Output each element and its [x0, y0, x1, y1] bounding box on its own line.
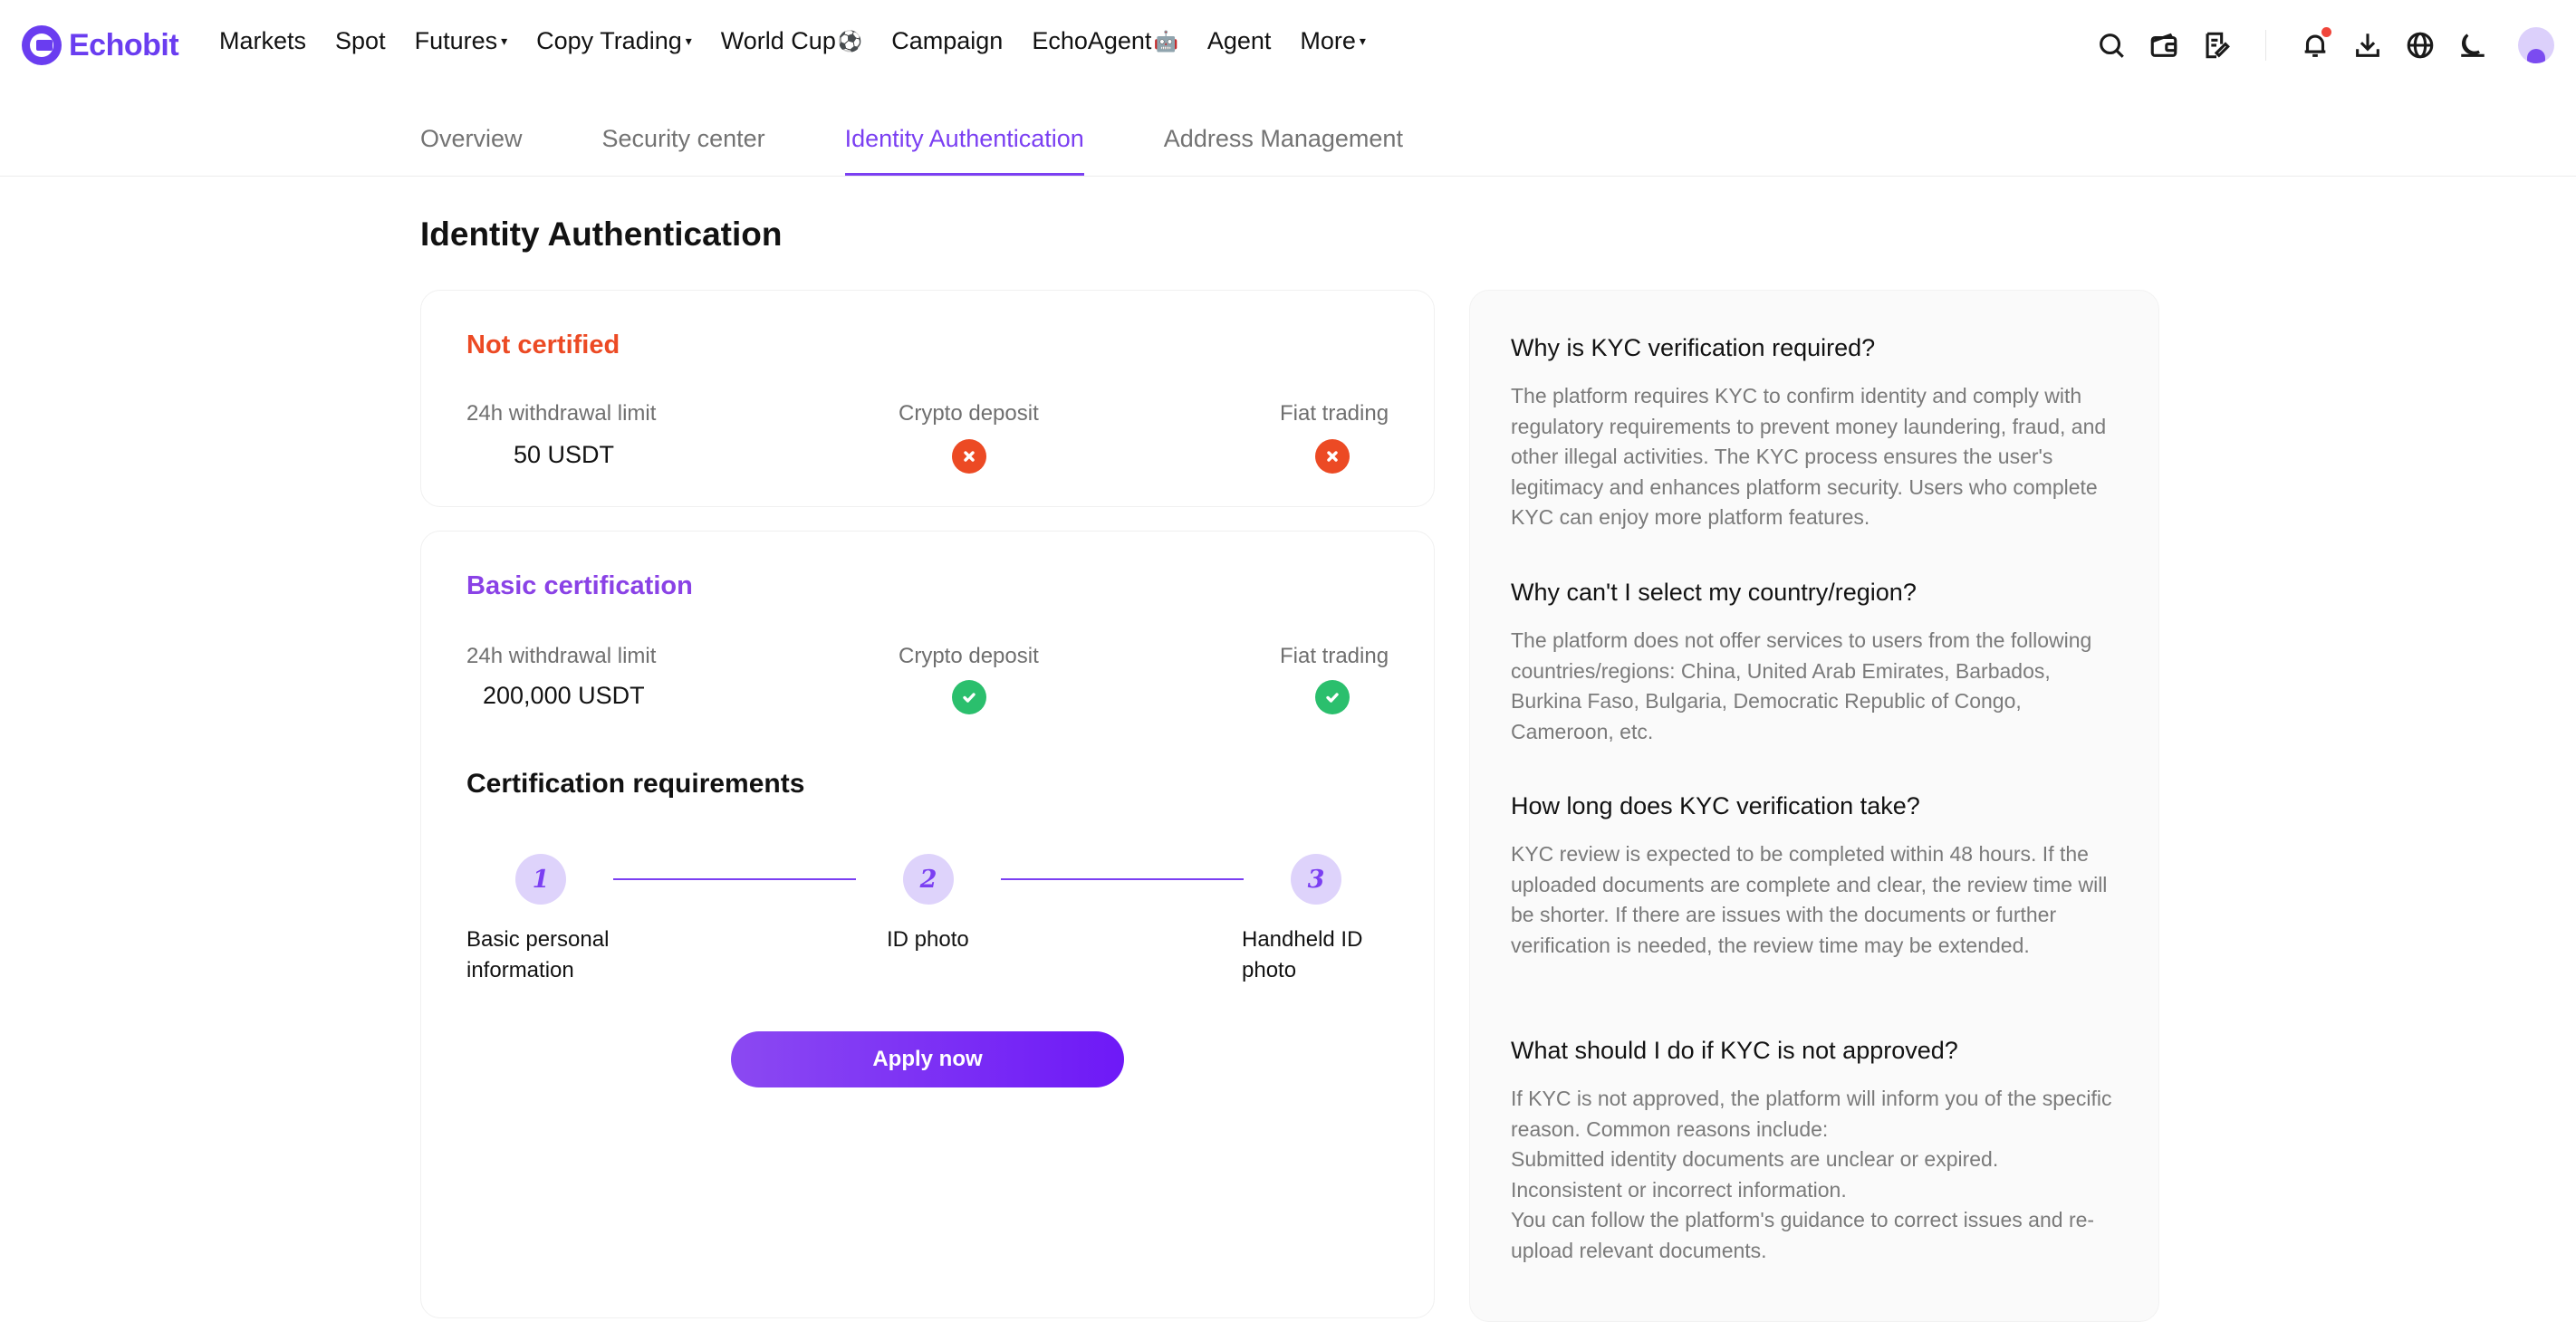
tab-divider	[0, 176, 2576, 177]
logo-icon	[22, 25, 62, 65]
caret-down-icon: ▾	[1359, 34, 1366, 48]
faq-question: What should I do if KYC is not approved?	[1511, 1037, 1958, 1064]
top-navigation: Echobit Markets Spot Futures ▾ Copy Tradi…	[0, 0, 2576, 94]
requirements-title: Certification requirements	[466, 769, 805, 799]
main-nav: Markets Spot Futures ▾ Copy Trading ▾ Worl…	[219, 27, 1395, 55]
nav-world-cup[interactable]: World Cup ⚽	[721, 27, 862, 55]
withdrawal-limit-label: 24h withdrawal limit	[466, 401, 657, 426]
nav-campaign[interactable]: Campaign	[891, 27, 1003, 55]
faq-question: How long does KYC verification take?	[1511, 792, 1920, 819]
nav-spot[interactable]: Spot	[335, 27, 386, 55]
avatar[interactable]	[2518, 27, 2554, 63]
account-tabs: Overview Security center Identity Authen…	[420, 125, 1483, 176]
fiat-trading-label: Fiat trading	[1280, 401, 1389, 426]
faq-question: Why can't I select my country/region?	[1511, 579, 1917, 606]
faq-answer: The platform requires KYC to confirm ide…	[1511, 384, 2107, 529]
header-divider	[2265, 30, 2266, 61]
header-actions	[2077, 27, 2554, 63]
globe-icon[interactable]	[2402, 27, 2438, 63]
theme-icon[interactable]	[2455, 27, 2491, 63]
faq-answer: KYC review is expected to be completed w…	[1511, 842, 2108, 957]
nav-copy-trading[interactable]: Copy Trading ▾	[536, 27, 692, 55]
nav-more[interactable]: More ▾	[1300, 27, 1366, 55]
cross-icon	[952, 439, 986, 474]
check-icon	[952, 680, 986, 714]
not-certified-card: Not certified 24h withdrawal limit 50 US…	[420, 290, 1435, 507]
bell-icon[interactable]	[2297, 27, 2333, 63]
level-title: Not certified	[466, 330, 620, 359]
logo-text: Echobit	[69, 27, 179, 62]
tab-overview[interactable]: Overview	[420, 125, 523, 176]
caret-down-icon: ▾	[685, 34, 692, 48]
faq-answer: If KYC is not approved, the platform wil…	[1511, 1087, 2112, 1262]
wallet-icon[interactable]	[2146, 27, 2182, 63]
withdrawal-limit-value: 200,000 USDT	[483, 682, 645, 709]
orders-icon[interactable]	[2198, 27, 2235, 63]
tab-address-management[interactable]: Address Management	[1164, 125, 1403, 176]
tab-identity-authentication[interactable]: Identity Authentication	[844, 125, 1084, 176]
step-1-number: 1	[515, 854, 566, 905]
step-2-number: 2	[903, 854, 954, 905]
apply-now-button[interactable]: Apply now	[731, 1031, 1124, 1087]
check-icon	[1315, 680, 1350, 714]
download-icon[interactable]	[2350, 27, 2386, 63]
search-icon[interactable]	[2093, 27, 2129, 63]
step-3-number: 3	[1291, 854, 1341, 905]
notification-dot	[2321, 27, 2331, 37]
cross-icon	[1315, 439, 1350, 474]
crypto-deposit-label: Crypto deposit	[899, 401, 1039, 426]
step-connector	[613, 878, 856, 880]
tab-security-center[interactable]: Security center	[602, 125, 765, 176]
level-title: Basic certification	[466, 571, 693, 600]
faq-answer: The platform does not offer services to …	[1511, 628, 2092, 743]
soccer-ball-icon: ⚽	[837, 29, 863, 53]
kyc-faq-panel: Why is KYC verification required? The pl…	[1469, 290, 2159, 1322]
step-2-label: ID photo	[887, 927, 969, 952]
page-title: Identity Authentication	[420, 216, 783, 253]
basic-certification-card: Basic certification 24h withdrawal limit…	[420, 531, 1435, 1318]
crypto-deposit-label: Crypto deposit	[899, 644, 1039, 668]
caret-down-icon: ▾	[501, 34, 508, 48]
nav-agent[interactable]: Agent	[1207, 27, 1272, 55]
logo[interactable]: Echobit	[22, 25, 179, 65]
fiat-trading-label: Fiat trading	[1280, 644, 1389, 668]
nav-futures[interactable]: Futures ▾	[415, 27, 508, 55]
nav-markets[interactable]: Markets	[219, 27, 306, 55]
withdrawal-limit-label: 24h withdrawal limit	[466, 644, 657, 668]
faq-question: Why is KYC verification required?	[1511, 334, 1876, 361]
step-connector	[1001, 878, 1244, 880]
user-icon	[2527, 49, 2545, 63]
robot-icon: 🤖	[1153, 29, 1178, 53]
nav-echoagent[interactable]: EchoAgent 🤖	[1032, 27, 1178, 55]
step-3-label: Handheld ID photo	[1242, 927, 1363, 982]
withdrawal-limit-value: 50 USDT	[514, 441, 615, 468]
step-1-label: Basic personal information	[466, 927, 610, 982]
